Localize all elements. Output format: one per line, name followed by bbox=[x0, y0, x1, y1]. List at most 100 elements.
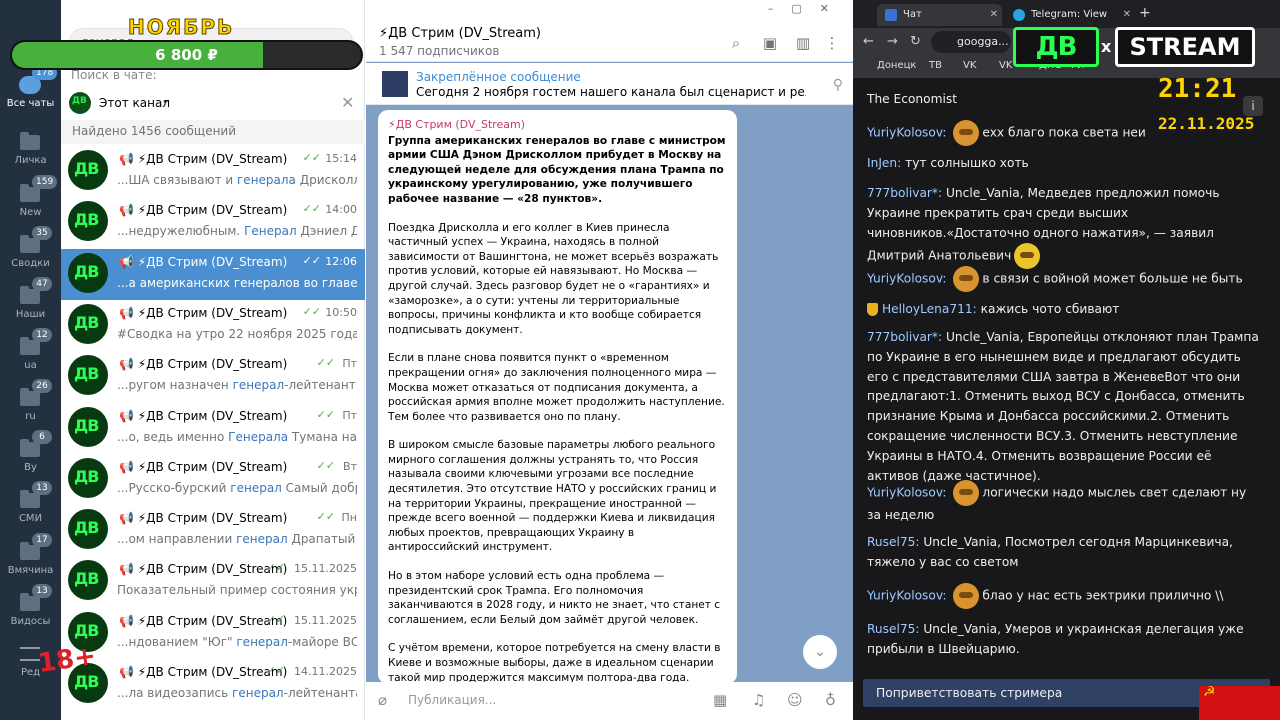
search-result-row[interactable]: 📢 ⚡ДВ Стрим (DV_Stream) ✓✓ 10:50 #Сводка на… bbox=[61, 300, 365, 351]
folder-sidebar: 178 Все чаты Личка 159 New 35 Сводки 47 Наши 12 ua… bbox=[0, 0, 61, 720]
message-bubble: ⚡ДВ Стрим (DV_Stream) Группа американски… bbox=[378, 110, 737, 684]
folder-8[interactable]: 13 СМИ bbox=[0, 481, 61, 533]
result-snippet: ...о, ведь именно Генерала Тумана на ... bbox=[117, 430, 357, 444]
search-in-chat-label: Поиск в чате: bbox=[71, 68, 157, 82]
result-snippet: ...ндованием "Юг" генерал-майоре ВСУ ... bbox=[117, 635, 357, 649]
pinned-message-bar[interactable]: Закреплённое сообщение Сегодня 2 ноября … bbox=[366, 63, 853, 105]
reload-icon[interactable]: ↻ bbox=[910, 34, 921, 49]
chat-username[interactable]: YuriyKolosov: bbox=[867, 272, 947, 286]
search-result-row[interactable]: 📢 ⚡ДВ Стрим (DV_Stream) ✓✓ Пт ...о, ведь им… bbox=[61, 403, 365, 454]
folder-label: Вмячина bbox=[7, 565, 54, 576]
chat-username[interactable]: YuriyKolosov: bbox=[867, 126, 947, 140]
address-bar[interactable]: googga... bbox=[931, 31, 1011, 53]
stream-chat-message: YuriyKolosov: в связи с войной может бол… bbox=[867, 266, 1262, 292]
folder-4[interactable]: 47 Наши bbox=[0, 277, 61, 329]
bookmark-item[interactable]: ТВ bbox=[929, 60, 942, 71]
sidebar-toggle-icon[interactable]: ▥ bbox=[792, 34, 814, 52]
emoji-icon[interactable]: ☺ bbox=[787, 691, 803, 709]
folder-6[interactable]: 26 ru bbox=[0, 379, 61, 431]
search-result-row[interactable]: 📢 ⚡ДВ Стрим (DV_Stream)✓✓ 15.11.2025 ...нд… bbox=[61, 608, 365, 659]
snippet-post: Дрисколла, кото... bbox=[299, 173, 357, 187]
chevron-down-icon[interactable]: ⌄ bbox=[161, 93, 170, 106]
attach-icon[interactable]: ⌀ bbox=[378, 691, 387, 709]
snippet-post: Дэниел Дриско... bbox=[300, 224, 357, 239]
chat-title[interactable]: ⚡ДВ Стрим (DV_Stream) bbox=[379, 26, 541, 41]
search-result-row[interactable]: 📢 ⚡ДВ Стрим (DV_Stream)✓✓ 15.11.2025 Показ… bbox=[61, 556, 365, 607]
search-result-row[interactable]: 📢 ⚡ДВ Стрим (DV_Stream) ✓✓ 14:00 ...недруже… bbox=[61, 197, 365, 248]
bookmark-item[interactable]: VK bbox=[999, 60, 1012, 71]
browser-tab[interactable]: Чат ✕ bbox=[877, 4, 1002, 26]
message-paragraph: С учётом времени, которое потребуется на… bbox=[388, 642, 721, 684]
back-icon[interactable]: ← bbox=[863, 34, 874, 49]
bookmark-item[interactable]: Донецк bbox=[877, 60, 916, 71]
screen: 178 Все чаты Личка 159 New 35 Сводки 47 Наши 12 ua… bbox=[0, 0, 1280, 720]
unread-badge: 17 bbox=[32, 533, 52, 547]
chat-username[interactable]: 777bolivar*: bbox=[867, 186, 942, 200]
snippet-highlight: генерал bbox=[232, 378, 285, 393]
search-result-row[interactable]: 📢 ⚡ДВ Стрим (DV_Stream) ✓✓ Пн ...ом направл… bbox=[61, 505, 365, 556]
microphone-icon[interactable]: ♁ bbox=[825, 691, 836, 709]
search-result-row[interactable]: 📢 ⚡ДВ Стрим (DV_Stream) ✓✓ 12:06 ...а амери… bbox=[61, 248, 365, 300]
folder-5[interactable]: 12 ua bbox=[0, 328, 61, 380]
window-controls[interactable]: –▢✕ bbox=[768, 2, 847, 15]
search-result-row[interactable]: 📢 ⚡ДВ Стрим (DV_Stream) ✓✓ 15:14 ...ША связ… bbox=[61, 146, 365, 197]
result-channel-name: 📢 ⚡ДВ Стрим (DV_Stream) bbox=[119, 459, 288, 474]
folder-9[interactable]: 17 Вмячина bbox=[0, 533, 61, 585]
search-result-row[interactable]: 📢 ⚡ДВ Стрим (DV_Stream) ✓✓ Вт ...Русско-бур… bbox=[61, 454, 365, 505]
chat-text: в связи с войной может больше не быть bbox=[982, 271, 1243, 286]
close-icon[interactable]: ✕ bbox=[990, 4, 998, 26]
chat-username[interactable]: 777bolivar*: bbox=[867, 330, 942, 344]
close-icon[interactable]: ✕ bbox=[1123, 4, 1131, 26]
message-paragraph: Группа американских генералов во главе с… bbox=[388, 134, 726, 205]
stream-chat-message: Rusel75: Uncle_Vania, Посмотрел сегодня … bbox=[867, 533, 1262, 573]
message-input[interactable]: Публикация... bbox=[408, 693, 496, 707]
scroll-down-button[interactable]: ⌄ bbox=[803, 635, 837, 669]
voice-chat-icon[interactable]: ▣ bbox=[759, 34, 781, 52]
new-tab-button[interactable]: + bbox=[1139, 5, 1151, 21]
channel-avatar bbox=[69, 92, 91, 114]
bell-icon[interactable]: ♫ bbox=[752, 691, 765, 709]
close-icon[interactable]: ✕ bbox=[341, 93, 354, 112]
donation-amount: 6 800 ₽ bbox=[155, 46, 218, 64]
forward-icon[interactable]: → bbox=[887, 34, 898, 49]
folder-icon bbox=[20, 337, 40, 355]
snippet-highlight: Генерал bbox=[244, 224, 297, 239]
pin-icon[interactable]: ⚲ bbox=[833, 77, 843, 93]
search-scope[interactable]: Этот канал ⌄ ✕ bbox=[69, 92, 357, 116]
folder-0[interactable]: 178 Все чаты bbox=[0, 66, 61, 118]
stream-chat-message: 777bolivar*: Uncle_Vania, Европейцы откл… bbox=[867, 328, 1262, 486]
donation-progress: 6 800 ₽ bbox=[10, 40, 363, 70]
read-check-icon: ✓✓ bbox=[316, 356, 335, 370]
browser-tab[interactable]: Telegram: View @new ✕ bbox=[1005, 4, 1135, 42]
search-icon[interactable]: ⌕ bbox=[725, 34, 747, 52]
schedule-icon[interactable]: ▦ bbox=[713, 691, 727, 709]
folder-1[interactable]: Личка bbox=[0, 125, 61, 175]
chat-username[interactable]: YuriyKolosov: bbox=[867, 589, 947, 603]
flag-icon bbox=[1199, 684, 1280, 720]
bookmark-item[interactable]: VK bbox=[963, 60, 976, 71]
chat-username[interactable]: InJen: bbox=[867, 156, 901, 170]
chat-text: Uncle_Vania, Европейцы отклоняют план Тр… bbox=[867, 330, 1259, 483]
result-channel-name: 📢 ⚡ДВ Стрим (DV_Stream) bbox=[119, 203, 288, 218]
stream-chat-message: 777bolivar*: Uncle_Vania, Медведев предл… bbox=[867, 184, 1262, 270]
unread-badge: 13 bbox=[32, 584, 52, 598]
folder-2[interactable]: 159 New bbox=[0, 175, 61, 227]
chat-username[interactable]: Rusel75: bbox=[867, 535, 920, 549]
folder-10[interactable]: 13 Видосы bbox=[0, 584, 61, 636]
result-snippet: ...ругом назначен генерал-лейтенант Се..… bbox=[117, 378, 357, 392]
search-result-row[interactable]: 📢 ⚡ДВ Стрим (DV_Stream)✓✓ 14.11.2025 ...ла… bbox=[61, 659, 365, 710]
folder-3[interactable]: 35 Сводки bbox=[0, 226, 61, 278]
read-check-icon: ✓✓ bbox=[316, 458, 335, 472]
chat-username[interactable]: YuriyKolosov: bbox=[867, 486, 947, 500]
message-author[interactable]: ⚡ДВ Стрим (DV_Stream) bbox=[388, 118, 727, 133]
chat-username[interactable]: Rusel75: bbox=[867, 622, 920, 636]
chat-username[interactable]: HelloyLena711: bbox=[882, 302, 977, 316]
snippet-highlight: генерала bbox=[237, 173, 296, 187]
unread-badge: 35 bbox=[32, 226, 52, 240]
folder-7[interactable]: 6 By bbox=[0, 430, 61, 482]
more-icon[interactable]: ⋮ bbox=[821, 34, 843, 52]
read-check-icon: ✓✓ bbox=[266, 612, 285, 626]
search-result-row[interactable]: 📢 ⚡ДВ Стрим (DV_Stream) ✓✓ Пт ...ругом назн… bbox=[61, 351, 365, 402]
result-channel-name: 📢 ⚡ДВ Стрим (DV_Stream) bbox=[119, 305, 288, 320]
read-check-icon: ✓✓ bbox=[266, 561, 285, 575]
